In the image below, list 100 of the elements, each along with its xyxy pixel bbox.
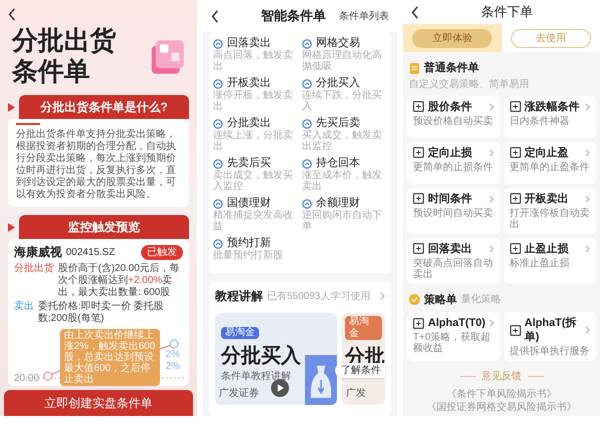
card-subtitle: 突破高点回落自动卖出 bbox=[413, 258, 494, 280]
feature-item[interactable]: 回落卖出 高点回落，触发卖出 bbox=[213, 32, 298, 72]
brand-logo: 广发证券 bbox=[219, 386, 259, 401]
feature-subtitle: 涨停开板，触发卖出 bbox=[213, 90, 294, 112]
learner-count: 已有550093人学习使用 bbox=[267, 290, 370, 304]
square-icon bbox=[413, 101, 424, 112]
condition-card[interactable]: 定向止损 更简单的止损条件 bbox=[407, 142, 500, 184]
create-order-button[interactable]: 立即创建实盘条件单 bbox=[4, 390, 193, 416]
back-icon[interactable] bbox=[8, 8, 16, 21]
feature-item[interactable]: 先买后卖 买入成交，触发卖出监控 bbox=[302, 112, 387, 152]
card-title: AlphaT(拆单) bbox=[524, 316, 578, 344]
badge-icon bbox=[409, 294, 420, 306]
brand-logo: 广发 bbox=[346, 386, 366, 401]
condition-card[interactable]: 止盈止损 标准止盈止损 bbox=[504, 238, 596, 284]
card-subtitle: 更简单的止损条件 bbox=[413, 162, 494, 172]
condition-card[interactable]: AlphaT(T0) T+0策略，获取超额收益 bbox=[407, 312, 500, 361]
feature-item[interactable]: 余额理财 逆回购闲市自动下单 bbox=[302, 192, 387, 232]
section-subtitle: 量化策略 bbox=[461, 293, 501, 308]
feature-title: 分批卖出 bbox=[227, 117, 271, 130]
card-title: 定向止盈 bbox=[524, 146, 568, 160]
play-icon[interactable] bbox=[271, 379, 289, 397]
chevron-icon bbox=[585, 148, 590, 156]
order-list-link[interactable]: 条件单列表 bbox=[339, 8, 389, 24]
card-subtitle: T+0策略，获取超额收益 bbox=[413, 332, 492, 354]
square-icon bbox=[510, 324, 520, 336]
condition-card[interactable]: 开板卖出 打开涨停板自动卖出 bbox=[504, 188, 596, 234]
chevron-icon bbox=[488, 244, 494, 252]
page-title: 条件下单 bbox=[481, 3, 533, 22]
card-subtitle: 标准止盈止损 bbox=[510, 258, 570, 268]
feature-item[interactable]: 预约打新 批量预约打新股 bbox=[213, 232, 298, 269]
square-icon bbox=[510, 147, 520, 158]
condition-card[interactable]: 定向止盈 更简单的止盈条件 bbox=[504, 142, 596, 184]
step-label: 2% bbox=[164, 361, 181, 372]
section-subtitle: 自定义交易策略、简单易用 bbox=[409, 78, 529, 92]
feature-subtitle: 卖出成交，触发买入监控 bbox=[213, 170, 294, 192]
feature-title: 国债理财 bbox=[227, 197, 271, 210]
learn-more-tooltip[interactable]: 了解条件 bbox=[335, 363, 385, 378]
condition-card[interactable]: 涨跌幅条件 日内条件神器 bbox=[504, 96, 596, 138]
feature-title: 分批买入 bbox=[316, 77, 360, 90]
back-icon[interactable] bbox=[411, 6, 419, 18]
card-title: 定向止损 bbox=[428, 146, 472, 160]
rule-text: 股价高于(含)20.00元后，每次个股涨幅达到+2.00%卖出，最大卖出数量: 600股 bbox=[58, 263, 181, 299]
feature-title: 余额理财 bbox=[316, 197, 360, 210]
try-now-button[interactable]: 立即体验 bbox=[412, 28, 492, 48]
section-heading: 分批出货条件单是什么? bbox=[19, 95, 189, 119]
feature-title: 网格交易 bbox=[316, 37, 360, 50]
feature-subtitle: 涨至成本价，触发卖出 bbox=[302, 170, 383, 192]
chevron-icon bbox=[585, 244, 590, 252]
feature-subtitle: 网格原理自动化高抛低吸 bbox=[302, 50, 383, 72]
card-subtitle: 预设价格自动买卖 bbox=[413, 116, 494, 126]
feature-title: 先买后卖 bbox=[316, 117, 360, 130]
tutorial-heading: 教程讲解 bbox=[215, 288, 263, 305]
section-title: 策略单 bbox=[424, 292, 457, 308]
circle-icon bbox=[213, 198, 223, 208]
feature-title: 回落卖出 bbox=[227, 37, 271, 50]
feature-item[interactable]: 网格交易 网格原理自动化高抛低吸 bbox=[302, 32, 387, 72]
feature-item[interactable]: 先卖后买 卖出成交，触发买入监控 bbox=[213, 152, 298, 192]
circle-icon bbox=[213, 78, 223, 88]
square-icon bbox=[413, 147, 424, 158]
card-title: 回落卖出 bbox=[428, 242, 472, 256]
card-subtitle: 提供拆单执行服务 bbox=[510, 346, 590, 357]
document-icon bbox=[409, 62, 420, 74]
circle-icon bbox=[302, 158, 312, 168]
circle-icon bbox=[213, 118, 223, 128]
badge: 易淘金 bbox=[221, 327, 259, 339]
tooltip-text: 由上次卖出价继续上涨2%，触发卖出600股，总卖出达到预设最大值600，之后停止卖出 bbox=[60, 329, 160, 386]
condition-card[interactable]: 股价条件 预设价格自动买卖 bbox=[407, 96, 500, 138]
chevron-icon bbox=[488, 148, 494, 156]
feature-item[interactable]: 国债理财 精准捕捉突发高收益 bbox=[213, 192, 298, 232]
feature-title: 先卖后买 bbox=[227, 157, 271, 170]
feature-subtitle: 连续下跌，分批买入 bbox=[302, 90, 383, 112]
video-subtitle: 条件单教程讲解 bbox=[221, 370, 292, 384]
feature-title: 开板卖出 bbox=[227, 77, 271, 90]
card-title: 时间条件 bbox=[428, 192, 472, 206]
page-title: 智能条件单 bbox=[261, 7, 326, 26]
square-icon bbox=[413, 318, 424, 328]
feature-item[interactable]: 分批卖出 连续上涨，分批卖出 bbox=[213, 112, 298, 152]
circle-icon bbox=[213, 158, 223, 168]
condition-card[interactable]: AlphaT(拆单) 提供拆单执行服务 bbox=[504, 312, 596, 361]
circle-icon bbox=[302, 78, 312, 88]
feature-title: 持仓回本 bbox=[316, 157, 360, 170]
feature-item[interactable]: 分批买入 连续下跌，分批买入 bbox=[302, 72, 387, 112]
chevron-icon bbox=[488, 319, 494, 327]
card-subtitle: 预设时间自动买卖 bbox=[413, 208, 494, 218]
feature-item[interactable]: 开板卖出 涨停开板，触发卖出 bbox=[213, 72, 298, 112]
condition-card[interactable]: 回落卖出 突破高点回落自动卖出 bbox=[407, 238, 500, 284]
card-title: 股价条件 bbox=[428, 100, 472, 114]
chevron-icon bbox=[488, 102, 494, 110]
row-label: 卖出 bbox=[14, 301, 34, 314]
feature-item[interactable]: 持仓回本 涨至成本价，触发卖出 bbox=[302, 152, 387, 192]
intro-paragraph: 分批出货条件单支持分批卖出策略，根据投资者初期的合理分配，自动执行分段卖出策略，每次上涨到预期价位时再进行出货，反复执行多次，直到到达设定的最大的股票卖出量，可以有效为投资者分散卖出风险。 bbox=[16, 129, 177, 201]
price-label: 20.00 bbox=[14, 372, 40, 386]
back-icon[interactable] bbox=[211, 10, 219, 22]
condition-card[interactable]: 时间条件 预设时间自动买卖 bbox=[407, 188, 500, 234]
card-title: 开板卖出 bbox=[524, 192, 568, 206]
video-card[interactable]: 易淘金 分批买入 条件单教程讲解 广发证券 bbox=[215, 313, 337, 405]
circle-icon bbox=[302, 38, 312, 48]
feature-subtitle: 买入成交，触发卖出监控 bbox=[302, 130, 383, 152]
square-icon bbox=[413, 243, 424, 254]
chevron-icon bbox=[585, 102, 590, 110]
